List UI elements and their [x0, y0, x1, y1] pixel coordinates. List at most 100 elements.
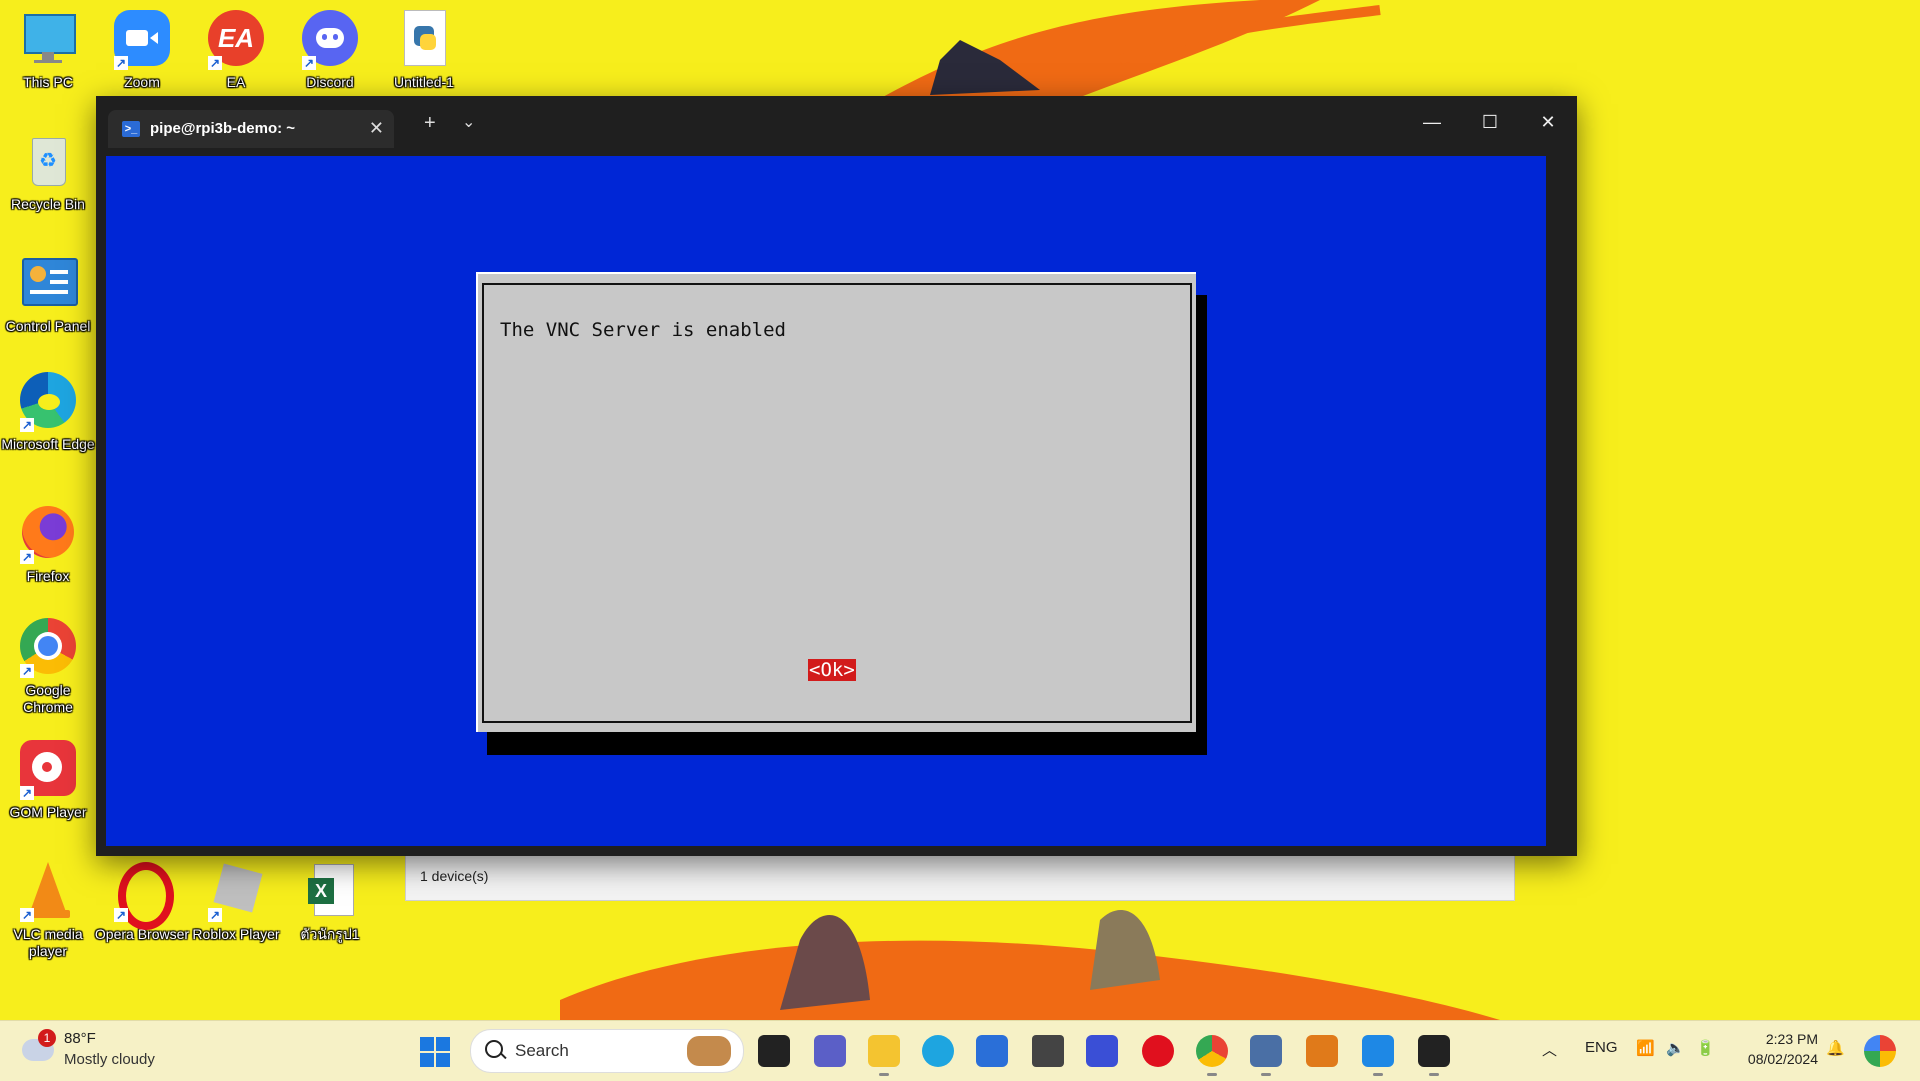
shortcut-arrow-icon: ↗: [114, 908, 128, 922]
desktop-icon-gom-player[interactable]: ↗ GOM Player: [0, 740, 96, 821]
store-icon[interactable]: [976, 1035, 1008, 1067]
desktop-icon-label: Firefox: [26, 568, 70, 584]
dialog-message: The VNC Server is enabled: [500, 319, 786, 341]
unity-icon[interactable]: [1032, 1035, 1064, 1067]
desktop-icon-control-panel[interactable]: Control Panel: [0, 254, 96, 335]
battery-icon[interactable]: 🔋: [1696, 1039, 1715, 1057]
taskbar: 1 88°F Mostly cloudy Search ︿ ENG 📶 🔈 🔋 …: [0, 1020, 1920, 1081]
desktop-icon-excel-file[interactable]: X ตัวนักรูป1: [282, 862, 378, 943]
tab-title: pipe@rpi3b-demo: ~: [150, 120, 296, 137]
clock-time: 2:23 PM: [1765, 1031, 1818, 1047]
minimize-button[interactable]: —: [1404, 104, 1460, 140]
shortcut-arrow-icon: ↗: [114, 56, 128, 70]
shortcut-arrow-icon: ↗: [20, 418, 34, 432]
weather-temp: 88°F: [64, 1030, 96, 1047]
desktop-icon-vlc[interactable]: ↗ VLC media player: [0, 862, 96, 960]
control-panel-icon: [18, 254, 78, 314]
terminal-tab[interactable]: >_ pipe@rpi3b-demo: ~ ✕: [108, 110, 394, 148]
shortcut-arrow-icon: ↗: [208, 908, 222, 922]
zoom-icon: ↗: [112, 10, 172, 70]
terminal-taskbar-icon[interactable]: [1418, 1035, 1450, 1076]
python-file-icon: [394, 10, 454, 70]
recycle-bin-icon: ♻: [18, 132, 78, 192]
weather-badge: 1: [38, 1029, 56, 1047]
desktop-icon-discord[interactable]: ↗ Discord: [282, 10, 378, 91]
clock-date: 08/02/2024: [1747, 1051, 1818, 1067]
terminal-screen[interactable]: The VNC Server is enabled <Ok>: [106, 156, 1546, 846]
desktop-icon-label: This PC: [23, 74, 73, 90]
shortcut-arrow-icon: ↗: [20, 908, 34, 922]
desktop-icon-opera[interactable]: ↗ Opera Browser: [94, 862, 190, 943]
edge-taskbar-icon[interactable]: [922, 1035, 954, 1067]
close-button[interactable]: ✕: [1520, 104, 1576, 140]
desktop-icon-label: Roblox Player: [192, 926, 280, 942]
excel-icon: X: [300, 862, 360, 922]
desktop-icon-label: Microsoft Edge: [1, 436, 95, 452]
search-placeholder: Search: [515, 1041, 569, 1060]
desktop-icon-label: GOM Player: [9, 804, 87, 820]
rpi-imager-icon[interactable]: [1362, 1035, 1394, 1076]
opera-icon: ↗: [112, 862, 174, 930]
chrome-icon: ↗: [18, 618, 78, 678]
clock[interactable]: 2:23 PM 08/02/2024: [1738, 1029, 1818, 1069]
weather-desc: Mostly cloudy: [64, 1051, 155, 1068]
desktop-icon-zoom[interactable]: ↗ Zoom: [94, 10, 190, 91]
search-highlight-icon: [687, 1036, 731, 1066]
monitor-icon: [18, 10, 78, 70]
shortcut-arrow-icon: ↗: [20, 550, 34, 564]
discord-icon: ↗: [300, 10, 360, 70]
desktop-icon-this-pc[interactable]: This PC: [0, 10, 96, 91]
volume-icon[interactable]: 🔈: [1666, 1039, 1685, 1057]
desktop-icon-roblox[interactable]: ↗ Roblox Player: [188, 862, 284, 943]
desktop-icon-label: VLC media player: [13, 926, 83, 959]
teams-icon[interactable]: [814, 1035, 846, 1067]
ea-icon: EA ↗: [206, 10, 266, 70]
visual-studio-icon[interactable]: [1086, 1035, 1118, 1067]
background-devices-window[interactable]: 1 device(s): [405, 850, 1515, 901]
ok-button[interactable]: <Ok>: [808, 659, 856, 681]
chrome-taskbar-icon[interactable]: [1196, 1035, 1228, 1076]
start-button[interactable]: [420, 1037, 450, 1067]
desktop-icon-chrome[interactable]: ↗ Google Chrome: [0, 618, 96, 716]
desktop-icon-recycle-bin[interactable]: ♻ Recycle Bin: [0, 132, 96, 213]
desktop-icon-firefox[interactable]: ↗ Firefox: [0, 504, 96, 585]
wifi-icon[interactable]: 📶: [1636, 1039, 1655, 1057]
copilot-icon[interactable]: [1864, 1035, 1896, 1067]
vlc-icon: ↗: [18, 862, 78, 922]
desktop-icon-label: Zoom: [124, 74, 160, 90]
desktop-icon-label: EA: [226, 74, 246, 90]
edge-icon: ↗: [18, 372, 78, 432]
desktop-icon-label: Google Chrome: [23, 682, 73, 715]
tray-overflow-chevron-icon[interactable]: ︿: [1542, 1039, 1557, 1060]
desktop-icon-label: Control Panel: [5, 318, 91, 334]
tab-close-icon[interactable]: ✕: [369, 118, 384, 139]
dialog-frame: The VNC Server is enabled <Ok>: [482, 283, 1192, 723]
desktop-icon-label: Discord: [306, 74, 354, 90]
gom-player-icon: ↗: [18, 740, 78, 800]
taskbar-search[interactable]: Search: [470, 1029, 744, 1073]
tab-dropdown-button[interactable]: ⌄: [462, 112, 475, 132]
shortcut-arrow-icon: ↗: [20, 786, 34, 800]
firefox-icon: ↗: [18, 504, 78, 564]
shortcut-arrow-icon: ↗: [20, 664, 34, 678]
desktop-icon-label: Recycle Bin: [11, 196, 85, 212]
desktop-icon-edge[interactable]: ↗ Microsoft Edge: [0, 372, 96, 453]
desktop-icon-untitled[interactable]: Untitled-1: [376, 10, 472, 91]
opera-taskbar-icon[interactable]: [1142, 1035, 1174, 1067]
terminal-titlebar[interactable]: >_ pipe@rpi3b-demo: ~ ✕ + ⌄ — ☐ ✕: [96, 96, 1577, 148]
terminal-window[interactable]: >_ pipe@rpi3b-demo: ~ ✕ + ⌄ — ☐ ✕ The VN…: [96, 96, 1577, 856]
roblox-icon: ↗: [206, 862, 266, 922]
task-view-icon[interactable]: [758, 1035, 790, 1067]
new-tab-button[interactable]: +: [424, 112, 436, 135]
powershell-icon: >_: [122, 121, 140, 137]
device-count-label: 1 device(s): [420, 868, 489, 884]
maximize-button[interactable]: ☐: [1462, 104, 1518, 140]
file-explorer-icon[interactable]: [868, 1035, 900, 1076]
shortcut-arrow-icon: ↗: [302, 56, 316, 70]
arduino-ide-icon[interactable]: [1306, 1035, 1338, 1067]
language-indicator[interactable]: ENG: [1585, 1039, 1618, 1056]
desktop-icon-ea[interactable]: EA ↗ EA: [188, 10, 284, 91]
desktop-icon-label: ตัวนักรูป1: [300, 926, 360, 942]
virtualbox-icon[interactable]: [1250, 1035, 1282, 1076]
notification-bell-icon[interactable]: 🔔: [1826, 1039, 1845, 1057]
